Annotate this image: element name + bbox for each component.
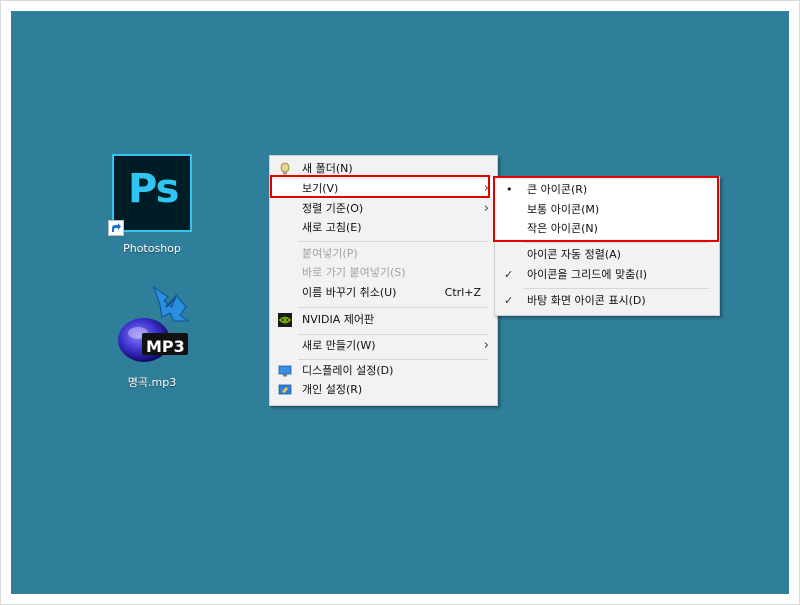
menu-separator — [523, 242, 709, 243]
menu-separator — [298, 334, 488, 335]
view-highlight-box — [270, 175, 490, 198]
shortcut-arrow-icon — [108, 220, 124, 236]
menu-separator — [298, 307, 488, 308]
submenu-item-align-grid[interactable]: ✓ 아이콘을 그리드에 맞춤(I) — [495, 265, 719, 285]
menu-item-refresh[interactable]: 새로 고침(E) — [270, 218, 497, 238]
menu-item-label: 개인 설정(R) — [302, 383, 363, 396]
menu-item-paste-shortcut[interactable]: 바로 가기 붙여넣기(S) — [270, 263, 497, 283]
menu-item-personalize[interactable]: 개인 설정(R) — [270, 380, 497, 400]
menu-item-label: 바탕 화면 아이콘 표시(D) — [527, 294, 646, 307]
menu-item-label: 새로 만들기(W) — [302, 339, 376, 352]
icon-size-highlight-box — [493, 176, 719, 242]
menu-separator — [298, 359, 488, 360]
menu-item-undo-rename[interactable]: 이름 바꾸기 취소(U) Ctrl+Z — [270, 283, 497, 303]
menu-item-new[interactable]: 새로 만들기(W) › — [270, 336, 497, 356]
menu-item-label: NVIDIA 제어판 — [302, 313, 375, 326]
nvidia-icon — [278, 313, 292, 327]
submenu-item-show-desktop-icons[interactable]: ✓ 바탕 화면 아이콘 표시(D) — [495, 291, 719, 311]
menu-separator — [523, 288, 709, 289]
photoshop-icon-label-wrap: Photoshop — [104, 236, 200, 255]
mp3-icon-label-wrap: 명곡.mp3 — [104, 368, 200, 390]
lightbulb-icon — [280, 162, 290, 175]
submenu-item-auto-arrange[interactable]: 아이콘 자동 정렬(A) — [495, 245, 719, 265]
menu-item-sort-by[interactable]: 정렬 기준(O) › — [270, 199, 497, 219]
menu-item-label: 디스플레이 설정(D) — [302, 364, 394, 377]
menu-item-shortcut: Ctrl+Z — [444, 286, 481, 299]
menu-item-label: 아이콘 자동 정렬(A) — [527, 248, 621, 261]
menu-item-label: 아이콘을 그리드에 맞춤(I) — [527, 268, 648, 281]
menu-separator — [298, 241, 488, 242]
desktop-icon-label: 명곡.mp3 — [127, 376, 177, 389]
photoshop-tile-text: Ps — [128, 166, 179, 212]
desktop-icon-label: Photoshop — [123, 242, 181, 255]
personalize-icon — [278, 384, 292, 395]
checkmark-icon: ✓ — [504, 294, 514, 307]
mp3-badge-text: MP3 — [146, 337, 185, 356]
chevron-right-icon: › — [483, 338, 489, 353]
menu-item-label: 바로 가기 붙여넣기(S) — [302, 266, 406, 279]
monitor-icon — [278, 365, 292, 377]
checkmark-icon: ✓ — [504, 268, 514, 281]
menu-item-label: 이름 바꾸기 취소(U) — [302, 286, 397, 299]
menu-item-nvidia[interactable]: NVIDIA 제어판 — [270, 310, 497, 330]
menu-item-display-settings[interactable]: 디스플레이 설정(D) — [270, 361, 497, 381]
menu-item-paste[interactable]: 붙여넣기(P) — [270, 244, 497, 264]
menu-item-label: 새로 고침(E) — [302, 221, 362, 234]
photoshop-icon: Ps — [112, 154, 192, 232]
chevron-right-icon: › — [483, 201, 489, 216]
menu-item-label: 정렬 기준(O) — [302, 202, 364, 215]
menu-item-label: 붙여넣기(P) — [302, 247, 358, 260]
